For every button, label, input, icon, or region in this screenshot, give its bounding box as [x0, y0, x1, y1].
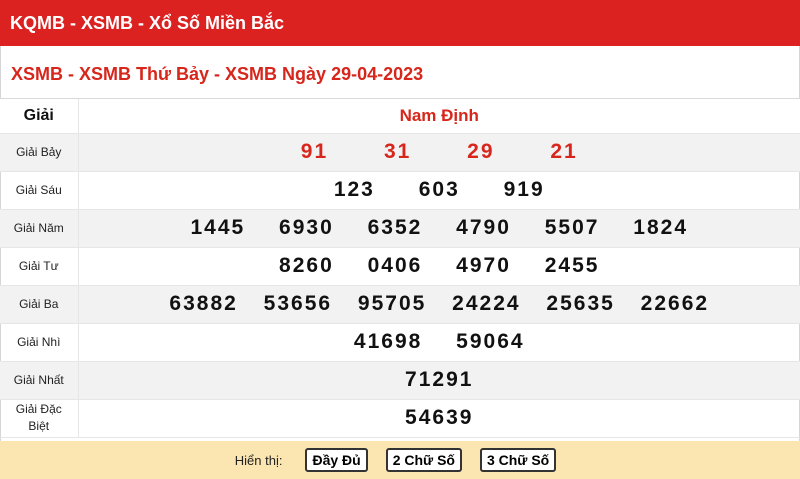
prize-label: Giải Sáu — [0, 171, 79, 210]
prize-number: 29 — [467, 140, 495, 163]
prize-number: 21 — [550, 140, 578, 163]
prize-number: 24224 — [452, 292, 521, 315]
prize-numbers: 41698 59064 — [78, 323, 800, 362]
prize-number: 63882 — [169, 292, 238, 315]
prize-number: 25635 — [546, 292, 615, 315]
prize-numbers: 1445 6930 6352 4790 5507 1824 — [78, 209, 800, 248]
results-table: Giải Nam Định Giải Bảy 91 31 29 21 Giải … — [0, 99, 800, 438]
prize-number: 5507 — [544, 216, 600, 239]
prize-numbers: 91 31 29 21 — [78, 133, 800, 172]
prize-number: 123 — [333, 178, 375, 201]
prize-number: 4970 — [456, 254, 511, 277]
display-options-bar: Hiển thị: Đầy Đủ 2 Chữ Số 3 Chữ Số — [0, 441, 800, 479]
table-row: Giải Tư 8260 0406 4970 2455 — [0, 247, 800, 286]
site-title: KQMB - XSMB - Xổ Số Miền Bắc — [10, 13, 285, 33]
prize-label: Giải Nhì — [0, 323, 79, 362]
prize-number: 22662 — [640, 292, 710, 315]
prize-number: 2455 — [544, 254, 600, 277]
results-heading: XSMB - XSMB Thứ Bảy - XSMB Ngày 29-04-20… — [0, 46, 800, 99]
prize-number: 919 — [503, 178, 545, 201]
prize-label: Giải Ba — [0, 285, 79, 324]
table-row: Giải Nhất 71291 — [0, 361, 800, 400]
prize-number: 4790 — [456, 216, 511, 239]
prize-numbers: 71291 — [78, 361, 800, 400]
prize-column-header: Giải — [0, 99, 79, 134]
table-header-row: Giải Nam Định — [0, 99, 800, 134]
prize-number: 6930 — [279, 216, 334, 239]
full-digits-button[interactable]: Đầy Đủ — [305, 448, 368, 472]
special-prize-label: Giải Đặc Biệt — [15, 402, 62, 433]
table-row: Giải Sáu 123 603 919 — [0, 171, 800, 210]
prize-numbers: 54639 — [78, 399, 800, 438]
prize-number: 603 — [418, 178, 460, 201]
prize-numbers: 63882 53656 95705 24224 25635 22662 — [78, 285, 800, 324]
table-row: Giải Ba 63882 53656 95705 24224 25635 22… — [0, 285, 800, 324]
table-row: Giải Bảy 91 31 29 21 — [0, 133, 800, 172]
three-digits-button[interactable]: 3 Chữ Số — [479, 448, 557, 472]
prize-number: 53656 — [263, 292, 333, 315]
prize-number: 41698 — [353, 330, 423, 353]
prize-number: 91 — [300, 140, 329, 163]
table-row: Giải Năm 1445 6930 6352 4790 5507 1824 — [0, 209, 800, 248]
table-row: Giải Đặc Biệt 54639 — [0, 399, 800, 438]
prize-number: 8260 — [279, 254, 334, 277]
prize-number: 54639 — [405, 406, 474, 429]
prize-label: Giải Nhất — [0, 361, 79, 400]
province-name: Nam Định — [78, 99, 800, 134]
prize-number: 59064 — [456, 330, 525, 353]
prize-number: 0406 — [367, 254, 423, 277]
prize-label: Giải Năm — [0, 209, 79, 248]
prize-number: 71291 — [405, 368, 474, 391]
prize-label: Giải Tư — [0, 247, 79, 286]
prize-label: Giải Đặc Biệt — [0, 399, 79, 438]
display-label: Hiển thị: — [234, 452, 283, 468]
site-header: KQMB - XSMB - Xổ Số Miền Bắc — [0, 0, 800, 46]
prize-number: 6352 — [367, 216, 423, 239]
prize-numbers: 123 603 919 — [78, 171, 800, 210]
prize-number: 95705 — [357, 292, 427, 315]
prize-number: 1445 — [190, 216, 246, 239]
table-row: Giải Nhì 41698 59064 — [0, 323, 800, 362]
prize-number: 31 — [383, 140, 412, 163]
prize-label: Giải Bảy — [0, 133, 79, 172]
two-digits-button[interactable]: 2 Chữ Số — [385, 448, 462, 472]
results-title[interactable]: XSMB - XSMB Thứ Bảy - XSMB Ngày 29-04-20… — [11, 64, 423, 84]
prize-numbers: 8260 0406 4970 2455 — [78, 247, 800, 286]
prize-number: 1824 — [633, 216, 689, 239]
